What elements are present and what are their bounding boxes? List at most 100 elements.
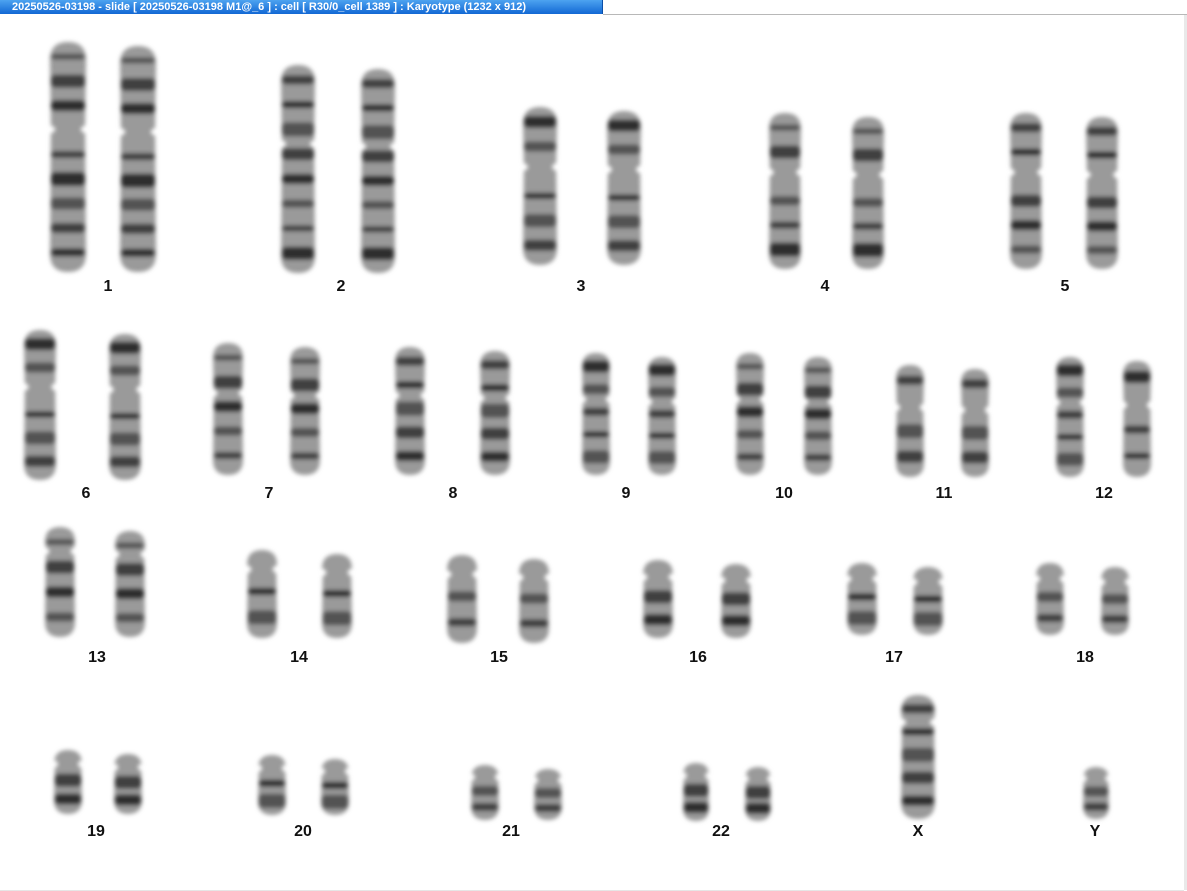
chromosome-5-a [1010, 113, 1042, 269]
chromosome-18-b [1101, 567, 1129, 635]
chromosome-band [1086, 151, 1118, 159]
chromosome-4-a [769, 113, 801, 269]
chromosome-band [607, 240, 641, 252]
chromosome-13-a [45, 527, 75, 637]
chromosome-band [1056, 410, 1084, 419]
chromosome-band [648, 386, 676, 397]
chromosome-band [1101, 594, 1129, 604]
chromosome-label-15: 15 [490, 649, 508, 666]
chromosome-band [852, 128, 884, 135]
chromosome-band [648, 432, 676, 439]
chromosome-band [50, 53, 86, 60]
chromosome-band [523, 239, 557, 251]
chromosome-15-a [447, 555, 477, 643]
chromosome-band [290, 452, 320, 460]
chromosome-band [643, 614, 673, 626]
chromosome-band [281, 101, 315, 109]
chromosome-16-a [643, 560, 673, 638]
chromosome-band [896, 450, 924, 463]
chromosome-3-a [523, 107, 557, 265]
chromosome-band [281, 225, 315, 232]
chromosome-band [24, 362, 56, 373]
chromosome-Y-a [1083, 767, 1109, 819]
chromosome-band [361, 79, 395, 89]
chromosome-band [281, 122, 315, 137]
chromosome-band [115, 588, 145, 600]
chromosome-band [607, 215, 641, 229]
chromosome-band [247, 587, 277, 595]
chromosome-band [847, 593, 877, 601]
chromosome-band [321, 781, 349, 789]
chromosome-band [1010, 220, 1042, 231]
chromosome-band [519, 593, 549, 604]
window-title-bar[interactable]: 20250526-03198 - slide [ 20250526-03198 … [0, 0, 603, 14]
chromosome-band [1123, 452, 1151, 459]
window-title: 20250526-03198 - slide [ 20250526-03198 … [12, 1, 526, 13]
chromosome-band [471, 803, 499, 812]
chromosome-band [769, 124, 801, 131]
chromosome-pairs [24, 42, 1151, 821]
chromosome-band [109, 365, 141, 376]
chromosome-8-a [395, 347, 425, 475]
chromosome-band [24, 338, 56, 351]
chromosome-band [50, 151, 86, 159]
chromosome-band [115, 613, 145, 623]
chromosome-band [480, 451, 510, 462]
chromosome-band [50, 172, 86, 187]
chromosome-label-2: 2 [336, 278, 346, 295]
chromosome-band [290, 378, 320, 392]
chromosome-22-b [745, 767, 771, 821]
chromosome-band [901, 771, 935, 784]
chromosome-band [582, 407, 610, 416]
chromosome-label-13: 13 [88, 649, 106, 666]
chromosome-band [361, 125, 395, 140]
chromosome-band [480, 360, 510, 370]
chromosome-band [683, 801, 709, 813]
chromosome-band [322, 611, 352, 626]
chromosome-band [281, 148, 315, 161]
chromosome-band [852, 222, 884, 230]
chromosome-band [1056, 364, 1084, 377]
chromosome-band [258, 793, 286, 808]
chromosome-band [281, 246, 315, 260]
chromosome-band [213, 375, 243, 389]
chromosome-band [896, 375, 924, 385]
chromosome-5-b [1086, 117, 1118, 269]
chromosome-band [213, 401, 243, 413]
chromosome-band [1086, 221, 1118, 232]
chromosome-band [1056, 387, 1084, 398]
chromosome-band [1010, 148, 1042, 156]
chromosome-11-b [961, 369, 989, 477]
chromosome-label-19: 19 [87, 823, 105, 840]
chromosome-band [769, 196, 801, 206]
chromosome-band [804, 408, 832, 420]
chromosome-band [1056, 452, 1084, 466]
chromosome-band [120, 223, 156, 234]
chromosome-band [519, 619, 549, 628]
chromosome-band [1123, 370, 1151, 383]
chromosome-band [45, 612, 75, 622]
chromosome-band [769, 242, 801, 257]
chromosome-band [901, 795, 935, 806]
chromosome-band [534, 788, 562, 798]
chromosome-2-a [281, 65, 315, 273]
chromosome-band [1086, 196, 1118, 209]
chromosome-band [361, 104, 395, 112]
chromosome-band [961, 379, 989, 389]
chromosome-band [361, 175, 395, 186]
chromosome-band [361, 226, 395, 233]
chromosome-band [648, 451, 676, 465]
chromosome-label-Y: Y [1089, 823, 1101, 840]
chromosome-band [109, 413, 141, 420]
chromosome-band [607, 194, 641, 201]
chromosome-band [1010, 245, 1042, 254]
chromosome-band [1056, 434, 1084, 440]
chromosome-19-a [54, 750, 82, 814]
chromosome-band [901, 704, 935, 714]
chromosome-label-17: 17 [885, 649, 903, 666]
chromosome-label-21: 21 [502, 823, 520, 840]
chromosome-band [852, 198, 884, 207]
chromosome-9-a [582, 353, 610, 475]
chromosome-17-b [913, 567, 943, 635]
chromosome-band [961, 451, 989, 464]
